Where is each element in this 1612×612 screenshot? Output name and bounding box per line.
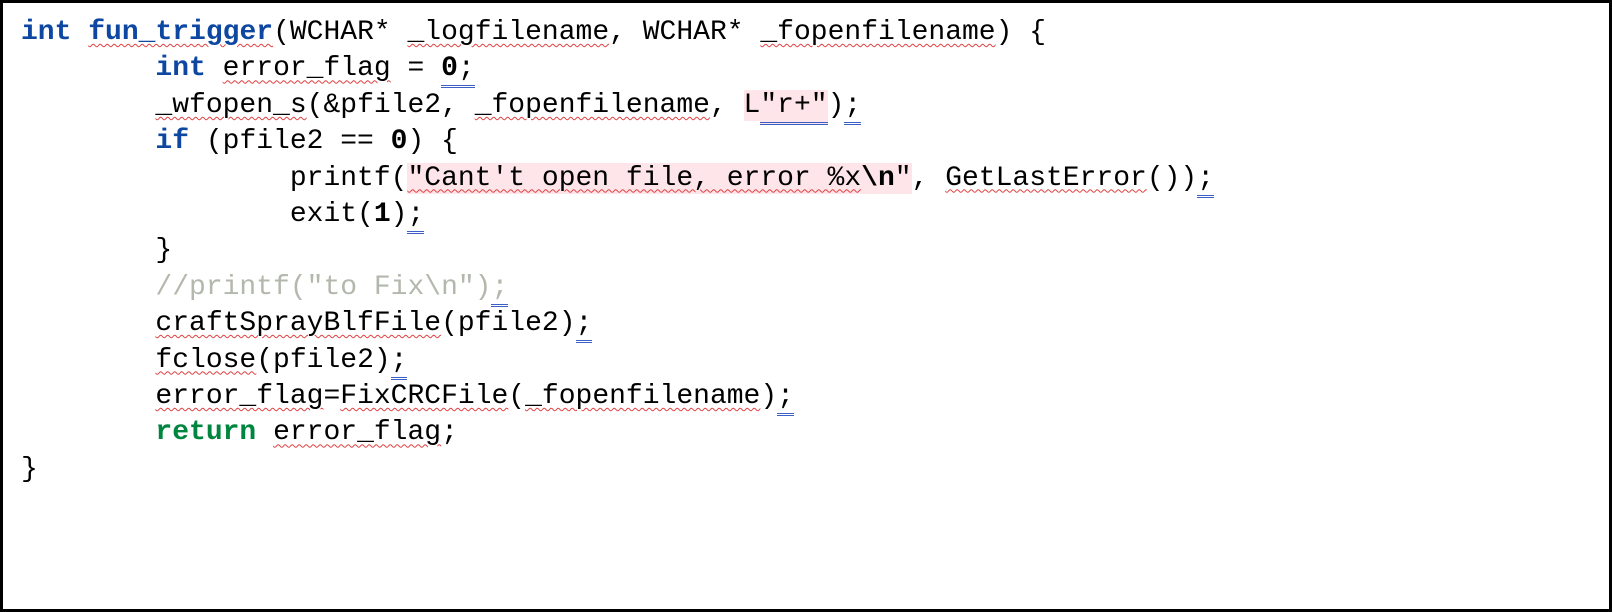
string-literal: "r+"	[760, 90, 827, 125]
code-line-12: return error_flag;	[21, 417, 458, 448]
code-frame: int fun_trigger(WCHAR* _logfilename, WCH…	[0, 0, 1612, 612]
code-line-1: int fun_trigger(WCHAR* _logfilename, WCH…	[21, 17, 1046, 48]
comment-line: //printf("to Fix\n")	[155, 272, 491, 303]
param-sep: , WCHAR*	[609, 17, 760, 48]
code-line-4: if (pfile2 == 0) {	[21, 126, 458, 157]
keyword-int: int	[21, 17, 71, 48]
var-error-flag: error_flag	[223, 53, 391, 84]
var-error-flag: error_flag	[273, 417, 441, 448]
keyword-int: int	[155, 53, 205, 84]
keyword-return: return	[155, 417, 256, 448]
code-line-13: }	[21, 454, 38, 485]
code-line-5: printf("Cant't open file, error %x\n", G…	[21, 163, 1214, 198]
arg-fopenfilename: _fopenfilename	[525, 381, 760, 412]
fn-exit: exit(	[290, 199, 374, 230]
var-error-flag: error_flag	[155, 381, 323, 412]
semicolon: ;	[441, 417, 458, 448]
brace-close: }	[155, 235, 172, 266]
semicolon: ;	[407, 199, 424, 234]
semicolon: ;	[491, 272, 508, 307]
fn-getlasterror: GetLastError	[945, 163, 1147, 194]
wide-prefix: L	[744, 90, 761, 121]
keyword-if: if	[155, 126, 189, 157]
code-line-2: int error_flag = 0;	[21, 53, 475, 88]
code-line-8: //printf("to Fix\n");	[21, 272, 508, 307]
paren-close: ) {	[996, 17, 1046, 48]
function-name: fun_trigger	[88, 17, 273, 48]
fn-fclose: fclose	[155, 345, 256, 376]
code-line-6: exit(1);	[21, 199, 424, 234]
semicolon: ;	[576, 308, 593, 343]
code-line-11: error_flag=FixCRCFile(_fopenfilename);	[21, 381, 794, 416]
fn-craftspray: craftSprayBlfFile	[155, 308, 441, 339]
fn-fixcrc: FixCRCFile	[340, 381, 508, 412]
args: (&pfile2,	[307, 90, 475, 121]
param-1: _logfilename	[408, 17, 610, 48]
code-line-7: }	[21, 235, 172, 266]
number-zero: 0	[441, 53, 458, 88]
code-line-10: fclose(pfile2);	[21, 345, 407, 380]
code-line-9: craftSprayBlfFile(pfile2);	[21, 308, 592, 343]
semicolon: ;	[1197, 163, 1214, 198]
string-part-2: "	[895, 163, 912, 194]
semicolon: ;	[844, 90, 861, 125]
number-zero: 0	[391, 126, 408, 157]
fn-wfopen: _wfopen_s	[155, 90, 306, 121]
fn-printf: printf(	[290, 163, 408, 194]
semicolon: ;	[391, 345, 408, 380]
arg-fopenfilename: _fopenfilename	[475, 90, 710, 121]
semicolon: ;	[458, 53, 475, 88]
paren-open: (WCHAR*	[273, 17, 407, 48]
string-part-1: "Cant't open file, error %x	[407, 163, 861, 194]
semicolon: ;	[777, 381, 794, 416]
number-one: 1	[374, 199, 391, 230]
brace-close: }	[21, 454, 38, 485]
code-line-3: _wfopen_s(&pfile2, _fopenfilename, L"r+"…	[21, 90, 861, 125]
escape-newline: \n	[861, 163, 895, 194]
param-2: _fopenfilename	[760, 17, 995, 48]
